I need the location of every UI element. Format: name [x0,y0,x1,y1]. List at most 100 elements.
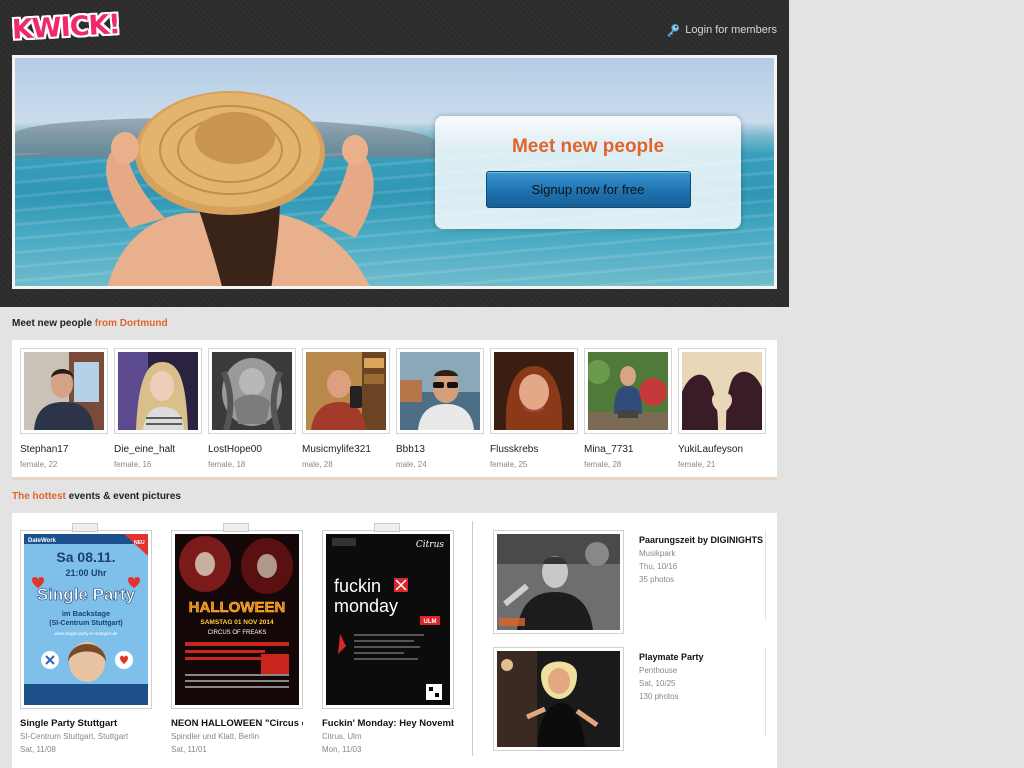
person-photo [306,352,386,430]
flyer-clip [374,523,400,532]
events-section-title: The hottest events & event pictures [12,491,181,502]
hero-woman-with-hat-image [106,91,374,286]
person-card-die-eine-halt[interactable]: Die_eine_halt female, 16 [114,348,202,469]
person-photo-frame [490,348,578,434]
person-photo [24,352,104,430]
person-card-musicmylife321[interactable]: Musicmylife321 male, 28 [302,348,390,469]
flyer-place-2: (SI-Centrum Stuttgart) [49,620,123,627]
events-title-suffix: events & event pictures [68,491,181,502]
events-divider [472,521,473,756]
gallery-photo [497,651,620,747]
person-card-yukilaufeyson[interactable]: YukiLaufeyson female, 21 [678,348,766,469]
person-name[interactable]: YukiLaufeyson [678,444,766,455]
flyer-date: SAMSTAG 01 NOV 2014 [200,619,274,626]
gallery-photo [497,534,620,630]
person-card-stephan17[interactable]: Stephan17 female, 22 [20,348,108,469]
gallery-photo-count: 35 photos [639,575,675,584]
person-card-flusskrebs[interactable]: Flusskrebs female, 25 [490,348,578,469]
flyer-clip [223,523,249,532]
events-card: DateWork NEU Sa 08.11. 21:00 Uhr Single … [12,513,777,768]
hero-banner: Meet new people Signup now for free [12,55,777,289]
flyer-brand: DateWork [28,538,57,544]
event-venue: Citrus, Ulm [322,732,362,741]
signup-box: Meet new people Signup now for free [435,116,741,229]
person-photo-frame [302,348,390,434]
gallery-photo-frame [493,530,624,634]
person-card-mina-7731[interactable]: Mina_7731 female, 28 [584,348,672,469]
gallery-venue: Penthouse [639,666,678,675]
event-flyer-single-party: DateWork NEU Sa 08.11. 21:00 Uhr Single … [24,534,148,705]
gallery-card-playmate-party[interactable]: Playmate Party Penthouse Sat, 10/25 130 … [493,647,766,751]
gallery-venue: Musikpark [639,549,676,558]
event-title[interactable]: Single Party Stuttgart [20,718,152,729]
login-link[interactable]: Login for members [666,23,777,37]
event-date: Sat, 11/01 [171,745,207,754]
event-card-neon-halloween[interactable]: HALLOWEEN SAMSTAG 01 NOV 2014 CIRCUS OF … [171,523,303,754]
event-flyer-neon-halloween: HALLOWEEN SAMSTAG 01 NOV 2014 CIRCUS OF … [175,534,299,705]
person-name[interactable]: Musicmylife321 [302,444,390,455]
person-meta: female, 22 [20,460,58,469]
person-name[interactable]: Stephan17 [20,444,108,455]
person-meta: female, 16 [114,460,152,469]
flyer-date: Sa 08.11. [56,549,115,565]
person-name[interactable]: Flusskrebs [490,444,578,455]
login-label: Login for members [685,24,777,36]
key-icon [667,23,680,37]
person-photo [400,352,480,430]
event-venue: Spindler und Klatt, Berlin [171,732,260,741]
flyer-clip [72,523,98,532]
event-title[interactable]: NEON HALLOWEEN "Circus of Freaks" [171,718,303,729]
person-photo [494,352,574,430]
kwick-logo[interactable]: KWICK! [11,8,121,46]
person-photo [588,352,668,430]
person-photo-frame [584,348,672,434]
person-card-bbb13[interactable]: Bbb13 male, 24 [396,348,484,469]
gallery-info: Paarungszeit by DIGINIGHTS Musikpark Thu… [639,535,763,584]
event-title[interactable]: Fuckin' Monday: Hey November [322,718,454,729]
person-meta: female, 18 [208,460,246,469]
person-name[interactable]: Mina_7731 [584,444,672,455]
event-date: Sat, 11/08 [20,745,56,754]
event-card-fuckin-monday[interactable]: Citrus fuckin monday ULM Fuckin' Monday:… [322,523,454,754]
gallery-title[interactable]: Paarungszeit by DIGINIGHTS [639,535,763,545]
person-name[interactable]: LostHope00 [208,444,296,455]
flyer-sub: CIRCUS OF FREAKS [208,630,267,636]
people-title-location: from Dortmund [94,318,168,329]
event-card-single-party[interactable]: DateWork NEU Sa 08.11. 21:00 Uhr Single … [20,523,152,754]
gallery-title[interactable]: Playmate Party [639,652,704,662]
flyer-brand: Citrus [416,540,444,550]
people-card: Stephan17 female, 22 Die_eine_halt femal… [12,340,777,480]
gallery-date: Thu, 10/16 [639,562,678,571]
person-photo [212,352,292,430]
events-title-highlight: The hottest [12,491,66,502]
flyer-badge: NEU [134,540,145,546]
person-meta: female, 25 [490,460,528,469]
flyer-headline: HALLOWEEN [189,599,286,616]
people-title-prefix: Meet new people [12,318,93,329]
person-photo-frame [396,348,484,434]
flyer-place-1: im Backstage [62,609,110,618]
event-flyer-frame: HALLOWEEN SAMSTAG 01 NOV 2014 CIRCUS OF … [171,530,303,709]
person-photo [118,352,198,430]
person-meta: female, 21 [678,460,716,469]
gallery-rule [765,647,766,737]
person-photo-frame [114,348,202,434]
gallery-date: Sat, 10/25 [639,679,676,688]
person-meta: male, 28 [302,460,333,469]
logo-text: KWICK! [11,8,121,46]
person-meta: male, 24 [396,460,427,469]
flyer-time: 21:00 Uhr [65,568,107,578]
person-name[interactable]: Bbb13 [396,444,484,455]
signup-button[interactable]: Signup now for free [485,171,691,208]
event-flyer-frame: Citrus fuckin monday ULM [322,530,454,709]
gallery-card-paarungszeit[interactable]: Paarungszeit by DIGINIGHTS Musikpark Thu… [493,530,766,634]
person-photo [682,352,762,430]
site-header: KWICK! Login for members Meet new people… [0,0,789,307]
gallery-info: Playmate Party Penthouse Sat, 10/25 130 … [639,652,704,701]
people-section-title: Meet new people from Dortmund [12,318,168,329]
event-venue: SI-Centrum Stuttgart, Stuttgart [20,732,129,741]
person-name[interactable]: Die_eine_halt [114,444,202,455]
person-card-losthope00[interactable]: LostHope00 female, 18 [208,348,296,469]
person-photo-frame [678,348,766,434]
person-photo-frame [20,348,108,434]
